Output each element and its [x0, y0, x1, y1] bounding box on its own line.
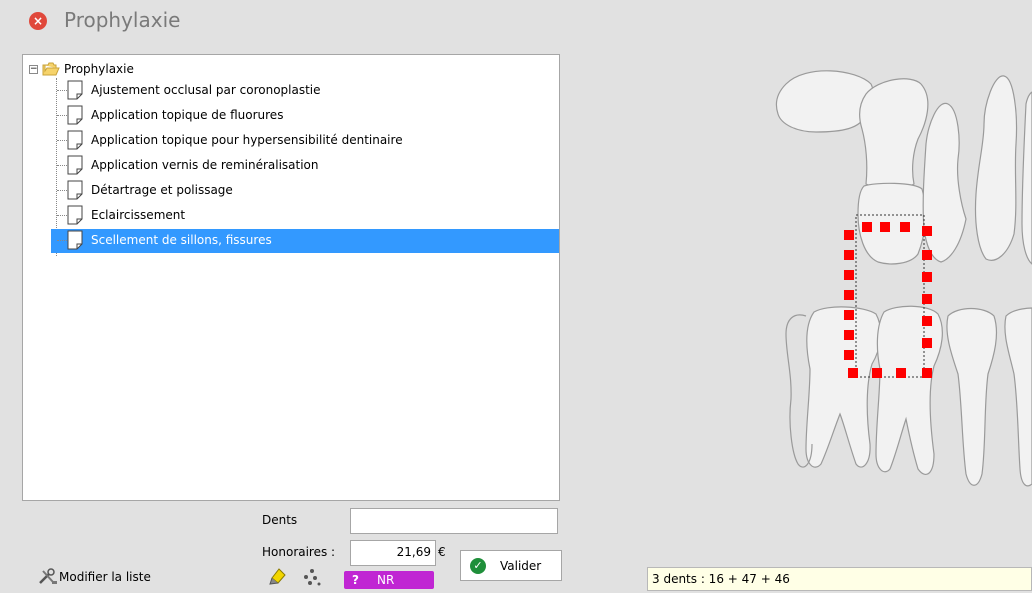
tree-root[interactable]: − Prophylaxie [29, 61, 134, 77]
tree-item-selected[interactable]: Scellement de sillons, fissures [51, 229, 559, 253]
tooth-lower-47[interactable] [805, 306, 882, 468]
tree-item[interactable]: Application vernis de reminéralisation [51, 154, 559, 178]
document-icon [67, 205, 83, 225]
tree-item-label: Scellement de sillons, fissures [91, 233, 272, 247]
modifier-liste-button[interactable]: Modifier la liste [37, 568, 151, 586]
dental-chart[interactable] [566, 44, 1032, 564]
document-icon [67, 80, 83, 100]
document-icon [67, 180, 83, 200]
highlighter-icon[interactable] [268, 566, 288, 586]
prophylaxie-window: × Prophylaxie − Prophylaxie Ajustement o… [0, 0, 1032, 593]
window-title: Prophylaxie [64, 8, 181, 32]
honoraires-label: Honoraires : [262, 545, 336, 559]
tooth-lower-46[interactable] [875, 305, 943, 475]
tree-item[interactable]: Détartrage et polissage [51, 179, 559, 203]
check-icon: ✓ [470, 557, 486, 574]
help-icon: ? [352, 573, 359, 587]
document-icon [67, 155, 83, 175]
close-icon[interactable]: × [29, 12, 47, 30]
tooth-lower-44[interactable] [1004, 307, 1032, 487]
tree-item[interactable]: Ajustement occlusal par coronoplastie [51, 79, 559, 103]
tree-item[interactable]: Application topique de fluorures [51, 104, 559, 128]
tooth-upper-13[interactable] [1021, 91, 1032, 265]
status-text: 3 dents : 16 + 47 + 46 [652, 572, 790, 586]
currency-label: € [438, 545, 446, 559]
tooth-lower-45[interactable] [946, 307, 998, 486]
document-icon [67, 230, 83, 250]
tooth-upper-14[interactable] [974, 75, 1018, 261]
document-icon [67, 130, 83, 150]
honoraires-field[interactable]: 21,69 [350, 540, 436, 566]
tree-item[interactable]: Application topique pour hypersensibilit… [51, 129, 559, 153]
collapse-icon[interactable]: − [29, 64, 38, 74]
modifier-label: Modifier la liste [59, 570, 151, 584]
dents-label: Dents [262, 513, 298, 527]
dots-icon[interactable] [302, 568, 322, 586]
valider-button[interactable]: ✓ Valider [460, 550, 562, 581]
title-bar: × Prophylaxie [0, 0, 1032, 44]
tree-item-label: Application topique de fluorures [91, 108, 284, 122]
nr-label: NR [376, 573, 395, 587]
tree-item[interactable]: Eclaircissement [51, 204, 559, 228]
tooth-upper-16[interactable] [859, 78, 929, 189]
tooth-upper-15[interactable] [922, 102, 967, 263]
tree-item-label: Eclaircissement [91, 208, 186, 222]
tree-item-label: Application vernis de reminéralisation [91, 158, 319, 172]
tree-item-label: Ajustement occlusal par coronoplastie [91, 83, 321, 97]
tree-root-label: Prophylaxie [64, 62, 134, 76]
document-icon [67, 105, 83, 125]
status-bar: 3 dents : 16 + 47 + 46 [647, 567, 1032, 591]
procedure-tree[interactable]: − Prophylaxie Ajustement occlusal par co… [22, 54, 560, 501]
valider-label: Valider [500, 558, 542, 573]
tree-item-label: Détartrage et polissage [91, 183, 233, 197]
folder-open-icon [42, 62, 60, 76]
tree-item-label: Application topique pour hypersensibilit… [91, 133, 403, 147]
tools-icon [39, 568, 57, 584]
dents-field[interactable] [350, 508, 558, 534]
nr-badge[interactable]: ? NR [344, 571, 434, 589]
tooth-upper-molar[interactable] [775, 70, 874, 133]
